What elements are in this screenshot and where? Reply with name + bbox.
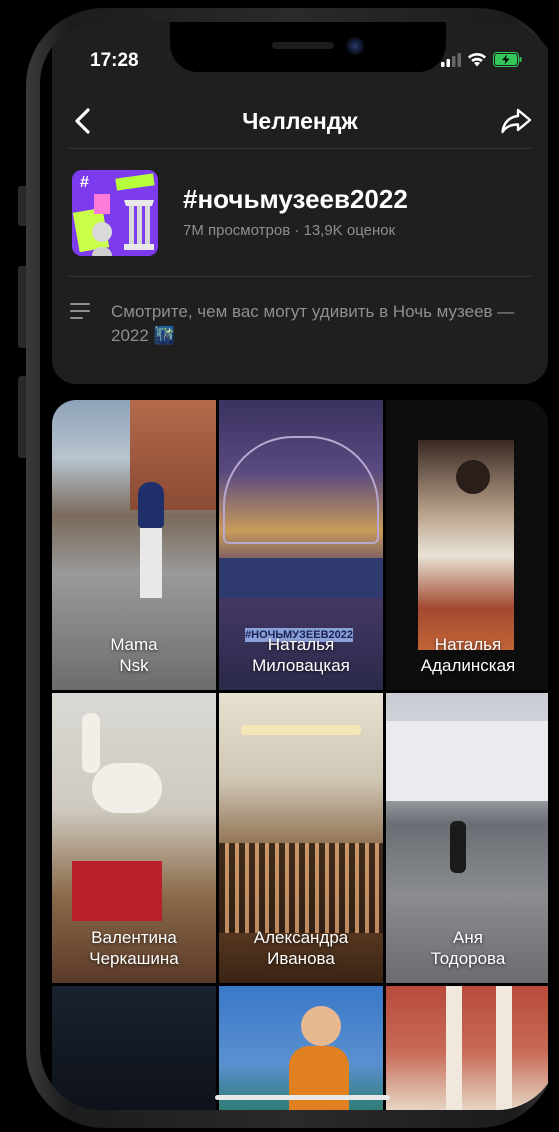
home-indicator[interactable]: [215, 1095, 390, 1100]
video-tile[interactable]: [386, 986, 548, 1110]
challenge-hashtag: #ночьмузеев2022: [183, 184, 408, 214]
horse-statue-shape: [92, 763, 162, 813]
column-shape: [496, 986, 512, 1110]
status-icons: [441, 52, 523, 67]
video-tile[interactable]: Александра Иванова: [219, 693, 383, 983]
video-author-label: Аня Тодорова: [430, 928, 506, 968]
mute-switch: [18, 186, 26, 226]
person-legs-shape: [140, 528, 162, 598]
video-author-label: Наталья Адалинская: [420, 635, 516, 675]
video-author-label: Александра Иванова: [253, 928, 349, 968]
notch: [170, 22, 446, 72]
video-author-label: Mama Nsk: [110, 635, 158, 675]
front-camera: [346, 37, 364, 55]
video-tile[interactable]: [219, 986, 383, 1110]
share-button[interactable]: [498, 104, 534, 138]
challenge-description: Смотрите, чем вас могут удивить в Ночь м…: [111, 302, 515, 345]
video-tile[interactable]: Наталья Адалинская: [386, 400, 548, 690]
red-pedestal-shape: [72, 861, 162, 921]
page-title: Челлендж: [242, 108, 358, 134]
earpiece-speaker: [272, 42, 334, 49]
volume-up-button: [18, 266, 26, 348]
challenge-cover-image: #: [72, 170, 158, 256]
header-divider: [68, 148, 532, 149]
video-tile[interactable]: [52, 986, 216, 1110]
share-arrow-icon: [501, 108, 532, 134]
video-tile[interactable]: Аня Тодорова: [386, 693, 548, 983]
challenge-stats: 7M просмотров · 13,9K оценок: [183, 222, 396, 239]
info-divider: [68, 276, 532, 277]
video-grid: Mama Nsk #НОЧЬМУЗЕЕВ2022 Наталья Миловацка…: [52, 400, 548, 1110]
child-body-shape: [289, 1046, 349, 1110]
person-shape: [450, 821, 466, 873]
video-author-label: Наталья Миловацкая: [252, 635, 350, 675]
battery-charging-icon: [493, 52, 522, 67]
video-author-label: Валентина Черкашина: [89, 928, 179, 968]
wifi-icon: [468, 52, 486, 67]
column-shape: [446, 986, 462, 1110]
video-tile[interactable]: Mama Nsk: [52, 400, 216, 690]
volume-down-button: [18, 376, 26, 458]
museum-facade-shape: [386, 721, 548, 801]
stage-tent-shape: [223, 436, 379, 544]
phone-screen: 17:28 Челлендж # #ночьмузеев2022 7M прос…: [40, 22, 559, 1110]
person-head-shape: [456, 460, 490, 494]
walking-person-shape: [138, 482, 164, 528]
cellular-signal-icon: [441, 52, 461, 67]
horse-neck-shape: [82, 713, 100, 773]
video-tile[interactable]: #НОЧЬМУЗЕЕВ2022 Наталья Миловацкая: [219, 400, 383, 690]
navigation-bar: Челлендж: [52, 94, 548, 148]
child-head-shape: [301, 1006, 341, 1046]
video-tile[interactable]: Валентина Черкашина: [52, 693, 216, 983]
chandelier-shape: [241, 725, 361, 735]
status-time: 17:28: [90, 50, 139, 71]
description-lines-icon: [70, 303, 90, 319]
cover-hash-symbol: #: [80, 174, 89, 191]
orchestra-shape: [219, 843, 383, 933]
stage-banner-shape: [219, 558, 383, 598]
